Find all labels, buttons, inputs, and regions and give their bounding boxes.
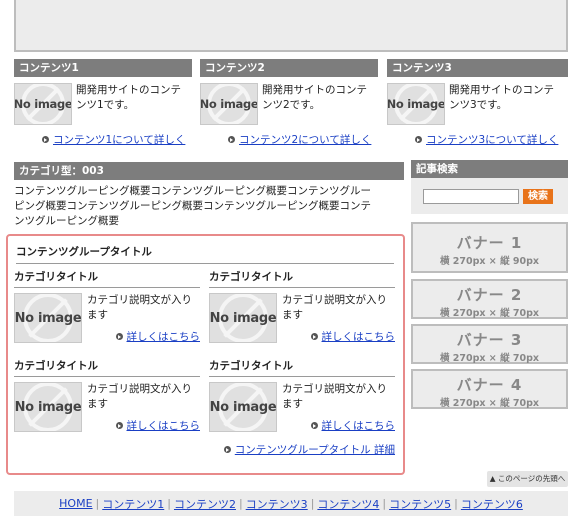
search-input[interactable] — [423, 188, 519, 204]
footer-link-content-4[interactable]: コンテンツ4 — [317, 496, 379, 512]
no-image-placeholder: No image — [14, 382, 82, 432]
column-heading: コンテンツ1 — [14, 59, 192, 77]
no-image-placeholder: No image — [387, 83, 445, 125]
content-column-1: コンテンツ1 No image 開発用サイトのコンテ ンツ1です。 — [14, 59, 192, 127]
content-3-more-link[interactable]: コンテンツ3について詳しく — [415, 132, 558, 147]
footer-link-content-1[interactable]: コンテンツ1 — [102, 496, 164, 512]
content-2-more-link[interactable]: コンテンツ2について詳しく — [228, 132, 371, 147]
footer-separator: | — [238, 497, 243, 510]
category-card-2: カテゴリタイトル No image カテゴリ説明文が入り ます 詳しくはこちら — [209, 269, 395, 347]
content-column-3: コンテンツ3 No image 開発用サイトのコンテ ンツ3です。 — [387, 59, 568, 127]
arrow-bullet-icon — [415, 136, 422, 143]
content-group-box: コンテンツグループタイトル カテゴリタイトル No image カテゴリ説明文が… — [6, 234, 405, 475]
arrow-bullet-icon — [223, 446, 231, 453]
category-title: カテゴリタイトル — [14, 358, 200, 377]
banner-title: バナー 1 — [456, 234, 523, 252]
category-description: コンテンツグルーピング概要コンテンツグルーピング概要コンテンツグルー ピング概要… — [14, 185, 371, 227]
footer-link-content-5[interactable]: コンテンツ5 — [389, 496, 451, 512]
banner-title: バナー 4 — [456, 376, 523, 394]
arrow-bullet-icon — [228, 136, 235, 143]
column-description: 開発用サイトのコンテ ンツ1です。 — [76, 84, 181, 111]
footer-nav: HOME | コンテンツ1 | コンテンツ2 | コンテンツ3 | コンテンツ4 | コン… — [14, 491, 568, 516]
search-button[interactable]: 検索 — [523, 188, 553, 204]
footer-separator: | — [310, 497, 315, 510]
more-link-text[interactable]: 詳しくはこちら — [127, 329, 201, 344]
more-link-text[interactable]: 詳しくはこちら — [322, 418, 396, 433]
footer-separator: | — [167, 497, 171, 510]
footer-link-content-3[interactable]: コンテンツ3 — [246, 496, 308, 512]
column-description: 開発用サイトのコンテ ンツ2です。 — [262, 84, 367, 111]
footer-link-home[interactable]: HOME — [59, 497, 92, 510]
footer-link-content-2[interactable]: コンテンツ2 — [174, 496, 236, 512]
category-card-1: カテゴリタイトル No image カテゴリ説明文が入り ます 詳しくはこちら — [14, 269, 200, 347]
column-heading: コンテンツ2 — [200, 59, 378, 77]
banner-size: 横 270px × 縦 70px — [439, 308, 540, 319]
banner-title: バナー 2 — [456, 286, 523, 304]
arrow-bullet-icon — [310, 422, 318, 429]
no-image-placeholder: No image — [209, 382, 277, 432]
column-description: 開発用サイトのコンテ ンツ3です。 — [449, 84, 554, 111]
column-heading: コンテンツ3 — [387, 59, 568, 77]
more-link-text[interactable]: 詳しくはこちら — [322, 329, 396, 344]
category-description: カテゴリ説明文が入り ます — [282, 294, 387, 321]
banner-size: 横 270px × 縦 70px — [439, 398, 540, 409]
category-heading: カテゴリ型：003 — [14, 162, 404, 180]
banner-size: 横 270px × 縦 70px — [439, 353, 540, 364]
banner-2[interactable]: バナー 2 横 270px × 縦 70px — [411, 279, 568, 319]
banner-1[interactable]: バナー 1 横 270px × 縦 90px — [411, 222, 568, 273]
footer-separator: | — [95, 497, 100, 510]
arrow-bullet-icon — [115, 422, 123, 429]
search-heading: 記事検索 — [411, 160, 568, 178]
group-title: コンテンツグループタイトル — [16, 244, 394, 264]
banner-3[interactable]: バナー 3 横 270px × 縦 70px — [411, 324, 568, 364]
no-image-placeholder: No image — [209, 293, 277, 343]
category-title: カテゴリタイトル — [14, 269, 200, 288]
category-card-4: カテゴリタイトル No image カテゴリ説明文が入り ます 詳しくはこちら — [209, 358, 395, 436]
banner-4[interactable]: バナー 4 横 270px × 縦 70px — [411, 369, 568, 409]
group-detail-link[interactable]: コンテンツグループタイトル 詳細 — [223, 442, 395, 457]
content-1-more-link[interactable]: コンテンツ1について詳しく — [42, 132, 185, 147]
footer-separator: | — [454, 497, 458, 510]
page-top-button[interactable]: ▲ このページの先頭へ — [487, 471, 568, 487]
more-link-text[interactable]: 詳しくはこちら — [127, 418, 201, 433]
no-image-placeholder: No image — [200, 83, 258, 125]
group-detail-link-text[interactable]: コンテンツグループタイトル 詳細 — [235, 442, 395, 457]
article-search-panel: 記事検索 検索 — [411, 160, 568, 214]
content-column-2: コンテンツ2 No image 開発用サイトのコンテ ンツ2です。 — [200, 59, 378, 127]
footer-separator: | — [382, 497, 387, 510]
banner-title: バナー 3 — [456, 331, 523, 349]
category-title: カテゴリタイトル — [209, 269, 395, 288]
footer-link-content-6[interactable]: コンテンツ6 — [461, 496, 523, 512]
category-more-link[interactable]: 詳しくはこちら — [310, 418, 396, 433]
hero-banner-area — [14, 0, 568, 52]
more-link-text[interactable]: コンテンツ3について詳しく — [426, 132, 558, 147]
more-link-text[interactable]: コンテンツ1について詳しく — [53, 132, 185, 147]
category-more-link[interactable]: 詳しくはこちら — [115, 418, 201, 433]
category-more-link[interactable]: 詳しくはこちら — [310, 329, 396, 344]
no-image-placeholder: No image — [14, 293, 82, 343]
category-description: カテゴリ説明文が入り ます — [87, 294, 192, 321]
arrow-bullet-icon — [42, 136, 49, 143]
category-description: カテゴリ説明文が入り ます — [282, 383, 387, 410]
more-link-text[interactable]: コンテンツ2について詳しく — [239, 132, 371, 147]
arrow-bullet-icon — [310, 333, 318, 340]
no-image-placeholder: No image — [14, 83, 72, 125]
category-title: カテゴリタイトル — [209, 358, 395, 377]
banner-size: 横 270px × 縦 90px — [439, 256, 540, 267]
category-description: カテゴリ説明文が入り ます — [87, 383, 192, 410]
category-card-3: カテゴリタイトル No image カテゴリ説明文が入り ます 詳しくはこちら — [14, 358, 200, 436]
category-more-link[interactable]: 詳しくはこちら — [115, 329, 201, 344]
arrow-bullet-icon — [115, 333, 123, 340]
